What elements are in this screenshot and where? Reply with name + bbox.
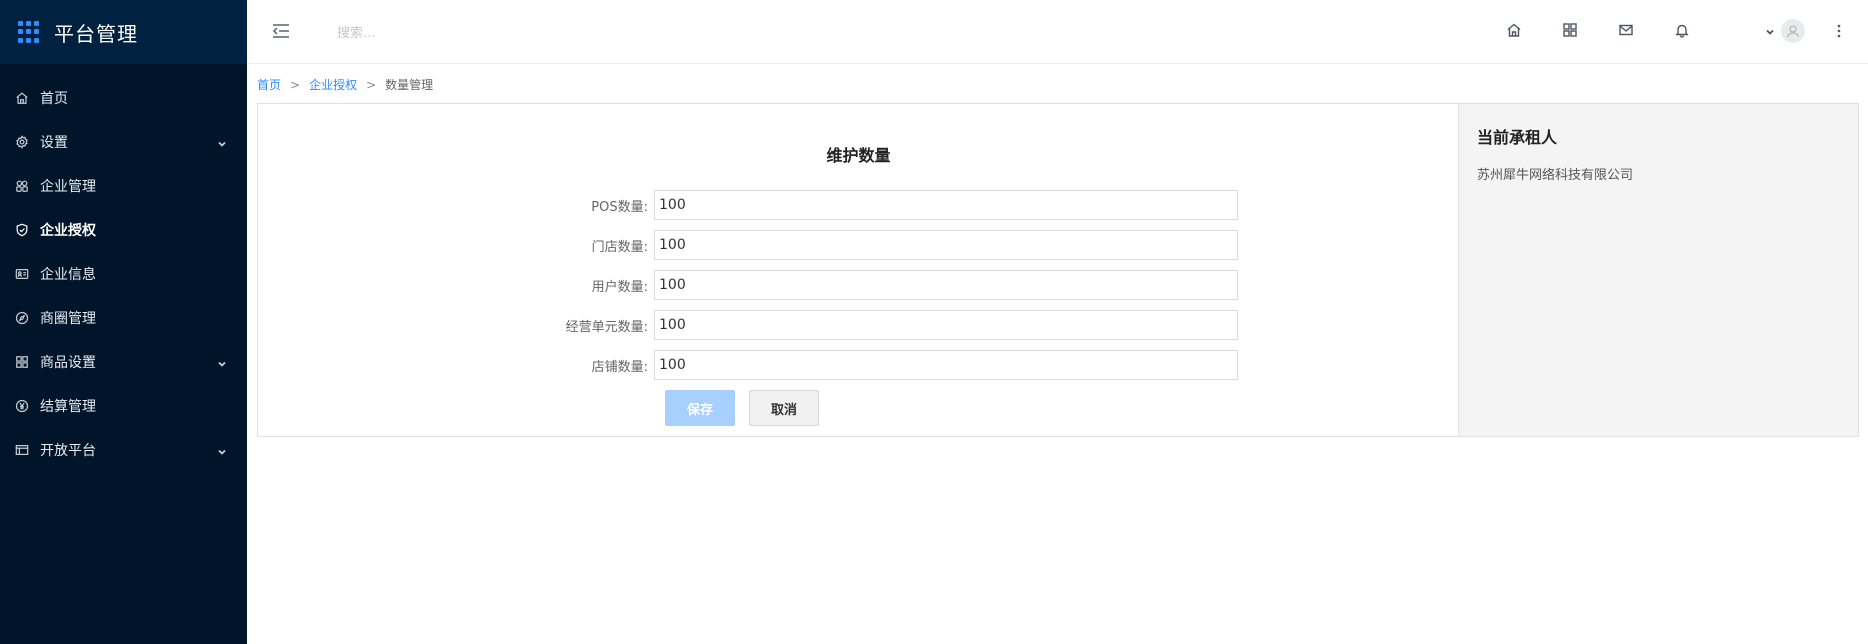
sidebar-item-enterprise-authorization[interactable]: 企业授权	[0, 208, 247, 252]
sidebar-item-label: 企业授权	[40, 223, 96, 239]
form-title: 维护数量	[826, 146, 891, 165]
form-row-business-unit: 经营单元数量:	[258, 310, 1238, 340]
user-quantity-label: 用户数量:	[591, 279, 648, 295]
shop-quantity-label: 店铺数量:	[591, 359, 648, 375]
form-row-user: 用户数量:	[258, 270, 1238, 300]
form-row-store: 门店数量:	[258, 230, 1238, 260]
sidebar-item-home[interactable]: 首页	[0, 76, 247, 120]
home-icon[interactable]	[1506, 22, 1524, 40]
sidebar-item-label: 结算管理	[40, 399, 96, 415]
sidebar-item-label: 商品设置	[40, 355, 96, 371]
table-icon	[14, 442, 30, 458]
form-row-shop: 店铺数量:	[258, 350, 1238, 380]
top-header	[247, 0, 1868, 64]
sidebar-item-settings[interactable]: 设置	[0, 120, 247, 164]
form-row-pos: POS数量:	[258, 190, 1238, 220]
user-quantity-input[interactable]	[654, 270, 1238, 300]
sidebar-item-product-settings[interactable]: 商品设置	[0, 340, 247, 384]
avatar[interactable]	[1781, 19, 1805, 43]
chevron-down-icon	[217, 137, 227, 147]
business-unit-quantity-label: 经营单元数量:	[565, 319, 648, 335]
sidebar-item-label: 企业信息	[40, 267, 96, 283]
yen-circle-icon	[14, 398, 30, 414]
more-vertical-icon[interactable]	[1834, 22, 1844, 40]
sidebar-item-enterprise-info[interactable]: 企业信息	[0, 252, 247, 296]
save-button[interactable]: 保存	[665, 390, 735, 426]
sidebar-item-label: 商圈管理	[40, 311, 96, 327]
shield-check-icon	[14, 222, 30, 238]
sidebar-item-label: 企业管理	[40, 179, 96, 195]
sidebar-item-label: 首页	[40, 91, 68, 107]
sidebar: 平台管理 首页 设置 企业管理 企业授权 企业信息 商圈管理 商品设置 结算管理…	[0, 0, 247, 644]
id-card-icon	[14, 266, 30, 282]
sidebar-menu: 首页 设置 企业管理 企业授权 企业信息 商圈管理 商品设置 结算管理 开放平台	[0, 76, 247, 472]
shop-quantity-input[interactable]	[654, 350, 1238, 380]
breadcrumb-enterprise-authorization[interactable]: 企业授权	[309, 76, 357, 93]
menu-collapse-icon[interactable]	[271, 22, 291, 40]
tenant-name: 苏州犀牛网络科技有限公司	[1477, 168, 1634, 183]
store-quantity-input[interactable]	[654, 230, 1238, 260]
tenant-title: 当前承租人	[1477, 128, 1558, 147]
cluster-icon	[14, 178, 30, 194]
brand[interactable]: 平台管理	[0, 0, 247, 64]
compass-icon	[14, 310, 30, 326]
quantity-panel: 维护数量 POS数量: 门店数量: 用户数量: 经营单元数量: 店铺数量: 保存…	[257, 103, 1859, 437]
grid-icon	[14, 354, 30, 370]
breadcrumb: 首页 > 企业授权 > 数量管理	[257, 76, 433, 93]
search-input[interactable]	[337, 22, 597, 44]
store-quantity-label: 门店数量:	[591, 239, 648, 255]
breadcrumb-separator: >	[366, 77, 377, 92]
sidebar-item-label: 设置	[40, 135, 68, 151]
pos-quantity-label: POS数量:	[591, 199, 648, 215]
business-unit-quantity-input[interactable]	[654, 310, 1238, 340]
home-icon	[14, 90, 30, 106]
user-menu[interactable]	[1765, 19, 1805, 43]
sidebar-item-enterprise-management[interactable]: 企业管理	[0, 164, 247, 208]
pos-quantity-input[interactable]	[654, 190, 1238, 220]
chevron-down-icon	[1765, 22, 1775, 41]
sidebar-item-label: 开放平台	[40, 443, 96, 459]
apps-grid-icon[interactable]	[1562, 22, 1580, 40]
gear-icon	[14, 134, 30, 150]
user-icon	[1786, 25, 1800, 38]
breadcrumb-current: 数量管理	[385, 78, 434, 92]
apps-logo-icon	[18, 21, 40, 43]
tenant-panel: 当前承租人 苏州犀牛网络科技有限公司	[1458, 104, 1858, 436]
bell-icon[interactable]	[1674, 22, 1692, 40]
mail-icon[interactable]	[1618, 22, 1636, 40]
chevron-down-icon	[217, 445, 227, 455]
sidebar-item-settlement[interactable]: 结算管理	[0, 384, 247, 428]
cancel-button[interactable]: 取消	[749, 390, 819, 426]
chevron-down-icon	[217, 357, 227, 367]
breadcrumb-home[interactable]: 首页	[257, 76, 281, 93]
brand-title: 平台管理	[54, 21, 138, 46]
breadcrumb-separator: >	[290, 77, 301, 92]
sidebar-item-open-platform[interactable]: 开放平台	[0, 428, 247, 472]
sidebar-item-business-district[interactable]: 商圈管理	[0, 296, 247, 340]
